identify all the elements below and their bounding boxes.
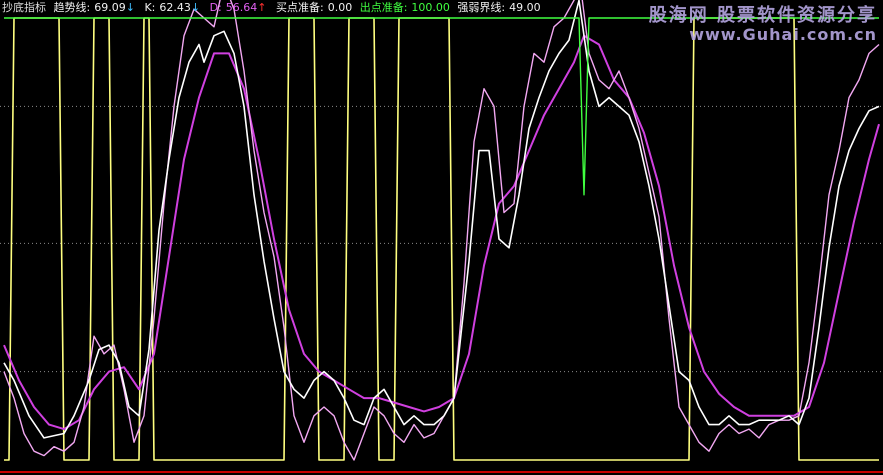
sell-value: 100.00 — [411, 1, 450, 14]
k-down-arrow-icon: ↓ — [190, 1, 201, 14]
d-label: D: — [209, 1, 222, 14]
series-sell-line — [4, 17, 879, 196]
series-k-line — [3, 0, 880, 461]
series-trend-line — [3, 0, 880, 439]
indicator-header: 抄底指标 趋势线: 69.09↓ K: 62.43↓ D: 56.64↑ 买点准备: 0… — [2, 0, 545, 16]
watermark-logo-text: 股海网 股票软件资源分享 — [648, 5, 877, 26]
indicator-chart — [0, 0, 883, 473]
trend-down-arrow-icon: ↓ — [125, 1, 135, 14]
series-buy-line — [4, 17, 879, 461]
watermark: 股海网 股票软件资源分享 www.Guhai.com.cn — [649, 6, 877, 43]
k-label: K: — [144, 1, 156, 14]
buy-label: 买点准备: — [275, 1, 324, 14]
watermark-url: www.Guhai.com.cn — [689, 24, 877, 44]
indicator-title: 抄底指标 — [2, 1, 46, 14]
d-up-arrow-icon: ↑ — [257, 1, 267, 14]
d-value: 56.64 — [225, 1, 258, 14]
sell-label: 出点准备: — [359, 1, 408, 14]
strength-value: 49.00 — [509, 1, 541, 14]
k-value: 62.43 — [159, 1, 191, 14]
strength-label: 强弱界线: — [457, 1, 506, 14]
series-d-line — [3, 34, 880, 431]
buy-value: 0.00 — [327, 1, 353, 14]
trend-value: 69.09 — [94, 1, 126, 14]
trend-label: 趋势线: — [53, 1, 91, 14]
